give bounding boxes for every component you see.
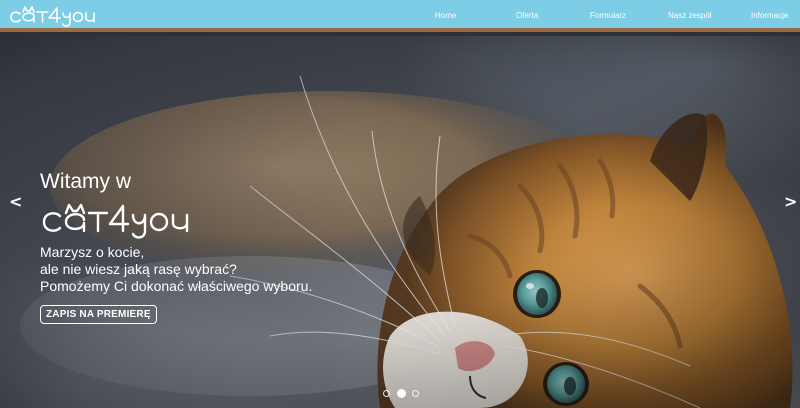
welcome-heading: Witamy w [40,170,131,193]
cat-logo-large-icon [42,203,189,239]
cat-logo-icon [10,6,95,27]
navbar: Home Oferta Formularz Nasz zespół Inform… [0,0,800,32]
nav-item-formularz[interactable]: Formularz [590,11,626,20]
carousel-next-button[interactable]: > [784,194,797,210]
carousel-indicator-1[interactable] [383,390,390,397]
nav-item-home[interactable]: Home [435,11,456,20]
hero-tagline: Marzysz o kocie, ale nie wiesz jaką rasę… [40,244,312,295]
hero-carousel: Witamy w Marzysz o kocie, ale nie wiesz … [0,36,800,408]
nav-item-informacje[interactable]: Informacje [751,11,788,20]
nav-item-oferta[interactable]: Oferta [516,11,538,20]
brand-logo[interactable] [8,2,102,30]
tagline-line-3: Pomożemy Ci dokonać właściwego wyboru. [40,278,313,294]
carousel-indicator-2[interactable] [397,389,406,398]
tagline-line-1: Marzysz o kocie, [40,244,145,260]
tagline-line-2: ale nie wiesz jaką rasę wybrać? [40,261,237,277]
carousel-indicator-3[interactable] [412,390,419,397]
carousel-prev-button[interactable]: < [9,194,22,210]
nav-item-nasz-zespol[interactable]: Nasz zespół [668,11,712,20]
hero-brand-logo [40,200,200,245]
premiere-signup-button[interactable]: ZAPIS NA PREMIERĘ [40,305,157,324]
